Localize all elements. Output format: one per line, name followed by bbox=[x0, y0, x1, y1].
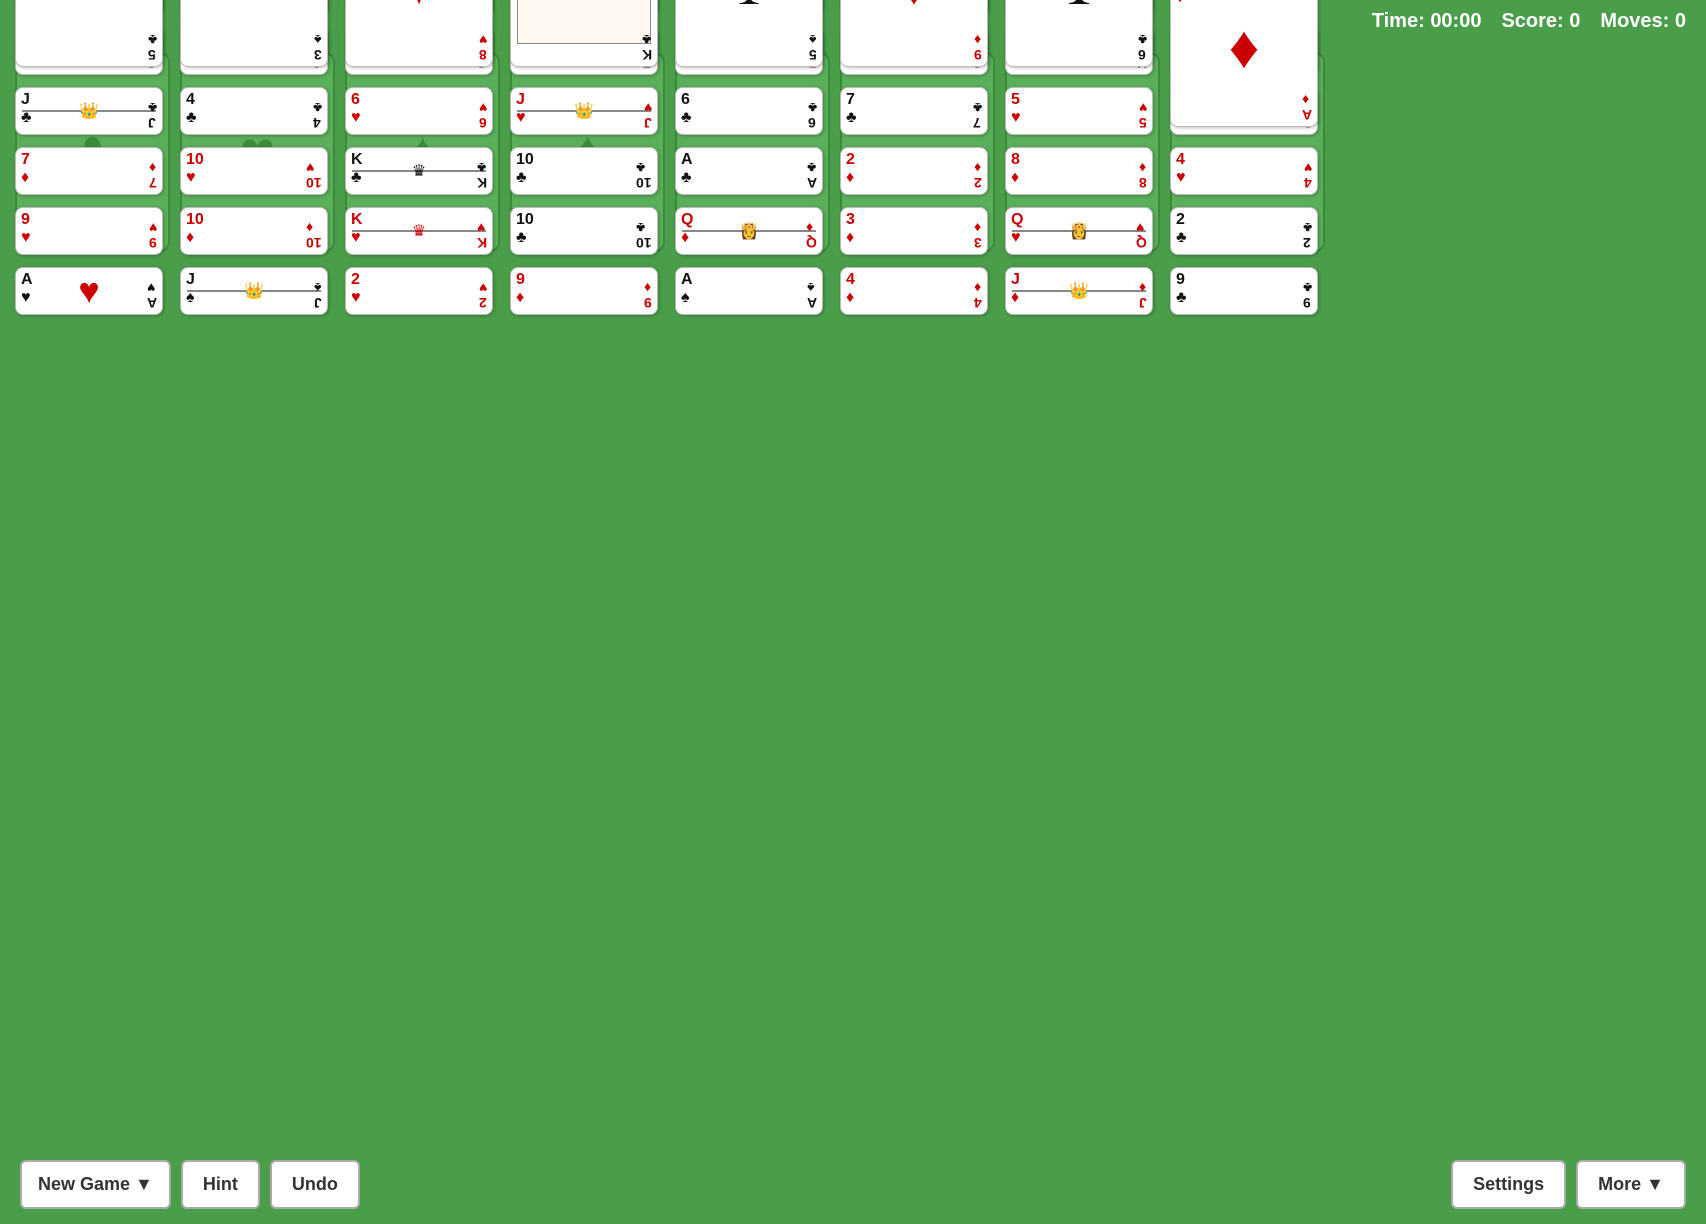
card-K-clubs-2[interactable]: K♣ ♛♣ K♣ bbox=[510, 0, 658, 67]
card-10-hearts[interactable]: 10♥ 10♥ bbox=[180, 147, 328, 195]
card-J-clubs-1[interactable]: J♣ 👑 J♣ bbox=[15, 87, 163, 135]
card-2-clubs[interactable]: 2♣ 2♣ bbox=[1170, 207, 1318, 255]
moves-stat: Moves: 0 bbox=[1600, 10, 1686, 33]
card-5-spades-2[interactable]: 5♠ ♠ 5♠ bbox=[675, 0, 823, 67]
card-5-hearts[interactable]: 5♥ 5♥ bbox=[1005, 87, 1153, 135]
card-3-diamonds[interactable]: 3♦ 3♦ bbox=[840, 207, 988, 255]
card-Q-diamonds[interactable]: Q♦ 👸 Q♦ bbox=[675, 207, 823, 255]
card-2-hearts[interactable]: 2♥ 2♥ bbox=[345, 267, 493, 315]
card-A-hearts[interactable]: A♥ A♥ ♥ bbox=[15, 267, 163, 315]
card-10-clubs-1[interactable]: 10♣ 10♣ bbox=[510, 207, 658, 255]
time-stat: Time: 00:00 bbox=[1372, 10, 1482, 33]
card-9-diamonds[interactable]: 9♦ 9♦ bbox=[510, 267, 658, 315]
card-9-hearts[interactable]: 9♥ 9♥ bbox=[15, 207, 163, 255]
card-9-diamonds-2[interactable]: 9♦ ♦ 9♦ bbox=[840, 0, 988, 67]
hint-button[interactable]: Hint bbox=[181, 1160, 260, 1209]
card-K-clubs[interactable]: K♣ ♛ K♣ bbox=[345, 147, 493, 195]
bottom-right-buttons: Settings More ▼ bbox=[1451, 1160, 1686, 1209]
card-8-hearts[interactable]: 8♥ ♥ 8♥ bbox=[345, 0, 493, 67]
card-10-clubs-2[interactable]: 10♣ 10♣ bbox=[510, 147, 658, 195]
card-4-diamonds[interactable]: 4♦ 4♦ bbox=[840, 267, 988, 315]
card-J-hearts[interactable]: J♥ 👑 J♥ bbox=[510, 87, 658, 135]
card-4-clubs[interactable]: 4♣ 4♣ bbox=[180, 87, 328, 135]
card-7-diamonds[interactable]: 7♦ 7♦ bbox=[15, 147, 163, 195]
card-A-diamonds[interactable]: A♦ ♦ A♦ bbox=[1170, 0, 1318, 127]
card-2-diamonds[interactable]: 2♦ 2♦ bbox=[840, 147, 988, 195]
settings-button[interactable]: Settings bbox=[1451, 1160, 1566, 1209]
undo-button[interactable]: Undo bbox=[270, 1160, 360, 1209]
card-6-clubs[interactable]: 6♣ 6♣ bbox=[675, 87, 823, 135]
card-Q-hearts[interactable]: Q♥ 👸 Q♥ bbox=[1005, 207, 1153, 255]
stats-area: Time: 00:00 Score: 0 Moves: 0 bbox=[1372, 10, 1686, 33]
card-A-clubs[interactable]: A♣ A♣ bbox=[675, 147, 823, 195]
card-5-clubs-1[interactable]: 5♣ ♣ 5♣ bbox=[15, 0, 163, 67]
game-area: A♥ A♥ ♥ 9♥ 9♥ 7♦ 7♦ J♣ 👑 J♣ bbox=[0, 42, 1706, 1145]
bottom-left-buttons: New Game ▼ Hint Undo bbox=[20, 1160, 360, 1209]
new-game-button[interactable]: New Game ▼ bbox=[20, 1160, 171, 1209]
more-button[interactable]: More ▼ bbox=[1576, 1160, 1686, 1209]
card-J-spades[interactable]: J♠ 👑 J♠ bbox=[180, 267, 328, 315]
card-6-hearts[interactable]: 6♥ 6♥ bbox=[345, 87, 493, 135]
card-J-diamonds[interactable]: J♦ 👑 J♦ bbox=[1005, 267, 1153, 315]
card-7-clubs-2[interactable]: 7♣ 7♣ bbox=[840, 87, 988, 135]
card-3-spades-2[interactable]: 3♠ ♠ 3♠ bbox=[180, 0, 328, 67]
bottom-bar: New Game ▼ Hint Undo Settings More ▼ bbox=[0, 1145, 1706, 1224]
card-10-diamonds[interactable]: 10♦ 10♦ bbox=[180, 207, 328, 255]
card-9-clubs[interactable]: 9♣ 9♣ bbox=[1170, 267, 1318, 315]
score-stat: Score: 0 bbox=[1501, 10, 1580, 33]
card-6-clubs-2[interactable]: 6♣ ♣ 6♣ bbox=[1005, 0, 1153, 67]
card-A-spades[interactable]: A♠ A♠ bbox=[675, 267, 823, 315]
card-K-hearts[interactable]: K♥ ♛ K♥ bbox=[345, 207, 493, 255]
card-4-hearts[interactable]: 4♥ 4♥ bbox=[1170, 147, 1318, 195]
card-8-diamonds[interactable]: 8♦ 8♦ bbox=[1005, 147, 1153, 195]
